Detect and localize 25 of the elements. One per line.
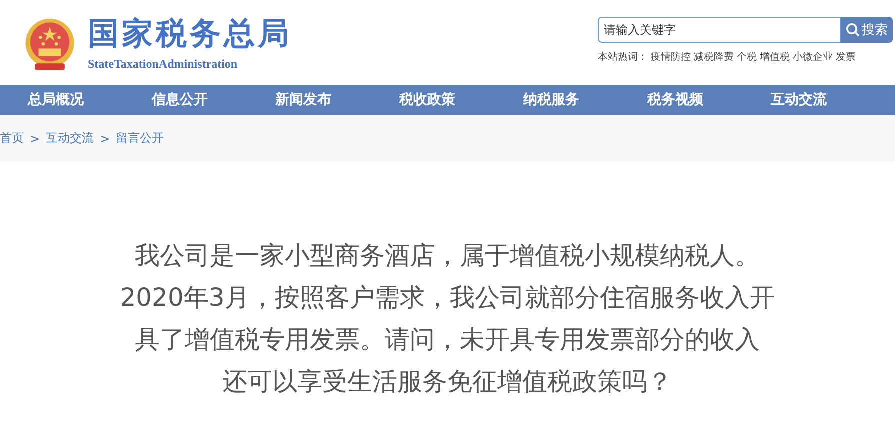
site-title: 国家税务总局 (88, 15, 292, 54)
search-icon (846, 23, 860, 37)
hot-word-link[interactable]: 小微企业 (793, 50, 833, 64)
search-field[interactable]: 请输入关键字 (598, 17, 841, 43)
question-text: 我公司是一家小型商务酒店，属于增值税小规模纳税人。 2020年3月，按照客户需求，我公司就部分住宿服务收入开 具了增值税专用发票。请问，未开具专用发票部分的收入 还可以享受生活服务免征增值税政策吗？ (120, 240, 775, 398)
search-button[interactable]: 搜索 (841, 17, 893, 43)
breadcrumb-link[interactable]: 互动交流 (46, 130, 94, 147)
nav-item[interactable]: 互动交流 (771, 91, 895, 109)
nav-item[interactable]: 税收政策 (400, 91, 524, 109)
nav-item[interactable]: 总局概况 (28, 91, 152, 109)
site-subtitle: StateTaxationAdministration (88, 57, 239, 72)
nav-item[interactable]: 新闻发布 (276, 91, 400, 109)
breadcrumb-link[interactable]: 留言公开 (116, 130, 164, 147)
breadcrumb-separator: > (100, 132, 110, 146)
breadcrumb-link[interactable]: 首页 (0, 130, 24, 147)
hot-word-link[interactable]: 疫情防控 (651, 50, 691, 64)
nav-item[interactable]: 信息公开 (152, 91, 276, 109)
breadcrumb-separator: > (30, 132, 40, 146)
hot-word-link[interactable]: 减税降费 (694, 50, 734, 64)
nav-item[interactable]: 税务视频 (647, 91, 772, 109)
hot-word-link[interactable]: 个税 (737, 50, 757, 64)
nav-item[interactable]: 纳税服务 (523, 91, 648, 109)
hot-words-label: 本站热词： (598, 50, 648, 64)
hot-word-link[interactable]: 增值税 (760, 50, 790, 64)
hot-word-link[interactable]: 发票 (836, 50, 856, 64)
